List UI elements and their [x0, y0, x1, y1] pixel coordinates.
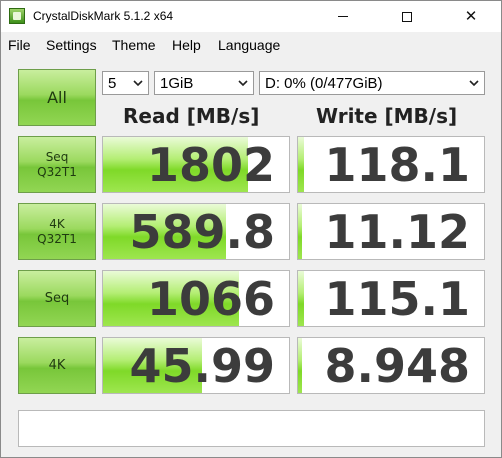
seq-test-button[interactable]: Seq	[18, 270, 96, 327]
chevron-down-icon	[469, 80, 479, 87]
close-icon: ✕	[464, 7, 478, 25]
read-column-header: Read [MB/s]	[123, 104, 260, 128]
test-size-value: 1GiB	[160, 74, 194, 92]
seq-read-result: 1066	[102, 270, 290, 327]
seq-q32t1-write-result: 118.1	[297, 136, 485, 193]
4k-read-result: 45.99	[102, 337, 290, 394]
test-label-line2: Q32T1	[37, 231, 77, 246]
menu-help[interactable]: Help	[172, 37, 201, 53]
menu-theme[interactable]: Theme	[112, 37, 156, 53]
test-size-select[interactable]: 1GiB	[154, 71, 254, 95]
chevron-down-icon	[133, 80, 143, 87]
write-progress-bar	[298, 204, 302, 259]
menu-settings[interactable]: Settings	[46, 37, 97, 53]
read-value: 589.8	[129, 205, 275, 259]
menu-file[interactable]: File	[8, 37, 31, 53]
menu-language[interactable]: Language	[218, 37, 280, 53]
test-label-line1: 4K	[49, 217, 65, 232]
app-window: CrystalDiskMark 5.1.2 x64 ✕ File Setting…	[0, 0, 502, 458]
write-value: 118.1	[324, 138, 470, 192]
seq-q32t1-read-result: 1802	[102, 136, 290, 193]
4k-write-result: 8.948	[297, 337, 485, 394]
write-value: 11.12	[324, 205, 470, 259]
drive-value: D: 0% (0/477GiB)	[265, 74, 383, 92]
benchmark-panel: All 5 1GiB D: 0% (0/477GiB) Read [MB/s] …	[1, 58, 501, 457]
4k-q32t1-read-result: 589.8	[102, 203, 290, 260]
chevron-down-icon	[238, 80, 248, 87]
test-count-select[interactable]: 5	[102, 71, 149, 95]
write-progress-bar	[298, 338, 302, 393]
title-bar[interactable]: CrystalDiskMark 5.1.2 x64 ✕	[1, 1, 501, 32]
seq-write-result: 115.1	[297, 270, 485, 327]
write-value: 8.948	[324, 339, 470, 393]
4k-q32t1-test-button[interactable]: 4K Q32T1	[18, 203, 96, 260]
test-label-line1: 4K	[48, 357, 66, 373]
all-tests-label: All	[47, 87, 67, 107]
seq-q32t1-test-button[interactable]: Seq Q32T1	[18, 136, 96, 193]
minimize-button[interactable]	[320, 1, 366, 32]
all-tests-button[interactable]: All	[18, 69, 96, 126]
menu-bar: File Settings Theme Help Language	[1, 33, 501, 57]
crystaldiskmark-app-icon	[9, 8, 25, 24]
write-column-header: Write [MB/s]	[316, 104, 458, 128]
4k-q32t1-write-result: 11.12	[297, 203, 485, 260]
test-label-line1: Seq	[45, 150, 69, 165]
write-progress-bar	[298, 137, 304, 192]
minimize-icon	[338, 16, 348, 17]
write-value: 115.1	[324, 272, 470, 326]
test-label-line2: Q32T1	[37, 164, 77, 179]
read-value: 1066	[146, 272, 275, 326]
read-value: 1802	[146, 138, 275, 192]
close-button[interactable]: ✕	[448, 1, 494, 32]
test-count-value: 5	[108, 74, 117, 92]
read-value: 45.99	[129, 339, 275, 393]
maximize-button[interactable]	[384, 1, 430, 32]
maximize-icon	[402, 11, 412, 22]
window-title: CrystalDiskMark 5.1.2 x64	[33, 9, 174, 23]
4k-test-button[interactable]: 4K	[18, 337, 96, 394]
write-progress-bar	[298, 271, 304, 326]
drive-select[interactable]: D: 0% (0/477GiB)	[259, 71, 485, 95]
status-bar	[18, 410, 485, 447]
test-label-line1: Seq	[44, 290, 70, 306]
